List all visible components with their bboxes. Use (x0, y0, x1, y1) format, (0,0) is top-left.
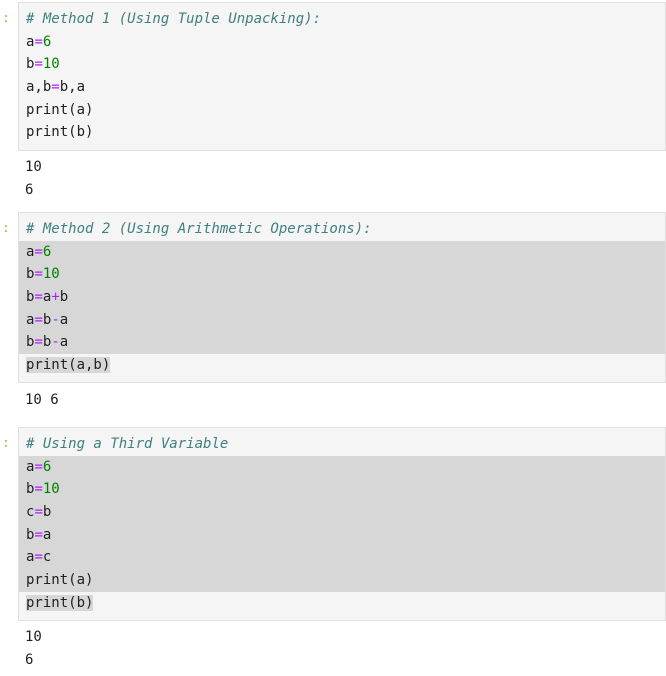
code-comment: # Method 2 (Using Arithmetic Operations)… (26, 221, 372, 237)
code-token-var: a (59, 334, 69, 351)
code-token-fn: print(a,b) (26, 357, 111, 374)
code-line: b=10 (19, 478, 665, 502)
code-line: b=a+b (19, 286, 665, 309)
code-token-fn: print(a) (26, 572, 94, 589)
code-line: print(a) (19, 569, 665, 592)
code-line: print(a) (19, 99, 665, 122)
code-line: # Method 1 (Using Tuple Unpacking): (19, 8, 665, 31)
code-line: print(a,b) (19, 354, 665, 377)
code-token-op: = (51, 79, 60, 96)
code-token-op: = (34, 334, 43, 351)
code-line: a,b=b,a (19, 76, 665, 99)
code-input-cell-1[interactable]: # Method 1 (Using Tuple Unpacking): a=6 … (18, 2, 666, 151)
code-token-op: - (51, 334, 60, 351)
code-token-var: b (42, 504, 52, 521)
code-token-num: 10 (42, 56, 60, 73)
code-token-op: = (34, 311, 43, 328)
cell-output-1: 10 6 (18, 156, 666, 201)
code-comment: # Method 1 (Using Tuple Unpacking): (26, 11, 322, 27)
output-line: 6 (25, 181, 34, 198)
code-token-op: = (34, 33, 43, 50)
code-token-op: = (34, 289, 43, 306)
code-token-op: - (51, 311, 60, 328)
output-line: 10 (25, 159, 42, 175)
code-line: a=6 (19, 31, 665, 54)
code-token-op: = (34, 458, 43, 475)
code-token-num: 6 (42, 458, 52, 475)
code-token-num: 10 (42, 266, 60, 283)
code-line: print(b) (19, 121, 665, 144)
cell-prompt: : (2, 221, 10, 236)
code-token-op: = (34, 504, 43, 521)
code-token-num: 10 (42, 481, 60, 498)
selection-highlight: print(a,b) (26, 357, 111, 374)
code-input-cell-2[interactable]: # Method 2 (Using Arithmetic Operations)… (18, 212, 666, 383)
code-line: b=10 (19, 53, 665, 76)
code-token-op: = (34, 243, 43, 260)
output-line: 6 (25, 651, 34, 668)
code-comment: # Using a Third Variable (26, 436, 229, 452)
code-token-op: = (34, 526, 43, 543)
cell-output-3: 10 6 (18, 626, 666, 671)
code-line: a=c (19, 546, 665, 570)
code-input-cell-3[interactable]: # Using a Third Variable a=6 b=10 c=b b=… (18, 427, 666, 621)
code-token-var: a,b (26, 79, 52, 96)
output-line: 10 (25, 629, 42, 645)
code-token-var: a (42, 526, 52, 543)
code-line: b=10 (19, 263, 665, 287)
code-token-num: 6 (42, 243, 52, 260)
selection-highlight: print(b) (26, 594, 94, 611)
code-line: # Method 2 (Using Arithmetic Operations)… (19, 218, 665, 241)
code-line: print(b) (19, 592, 665, 615)
code-token-var: b (59, 289, 69, 306)
output-line: 10 6 (25, 392, 59, 408)
code-token-num: 6 (42, 33, 52, 50)
cell-output-2: 10 6 (18, 389, 666, 412)
code-token-op: + (51, 289, 60, 306)
code-token-op: = (34, 481, 43, 498)
cell-prompt: : (2, 436, 10, 451)
code-line: b=b-a (19, 331, 665, 355)
code-token-fn: print(b) (26, 124, 94, 141)
code-token-var: c (42, 549, 52, 566)
code-token-fn: print(a) (26, 101, 94, 118)
code-token-var: a (59, 311, 69, 328)
code-line: b=a (19, 523, 665, 547)
cell-prompt: : (2, 11, 10, 26)
code-token-op: = (34, 266, 43, 283)
code-line: a=6 (19, 455, 665, 479)
code-line: # Using a Third Variable (19, 433, 665, 456)
code-token-op: = (34, 549, 43, 566)
code-line: a=b-a (19, 308, 665, 332)
code-token-fn: print(b) (26, 594, 94, 611)
code-line: a=6 (19, 240, 665, 264)
code-token-op: = (34, 56, 43, 73)
code-line: c=b (19, 501, 665, 524)
code-token-var: b,a (59, 79, 86, 96)
